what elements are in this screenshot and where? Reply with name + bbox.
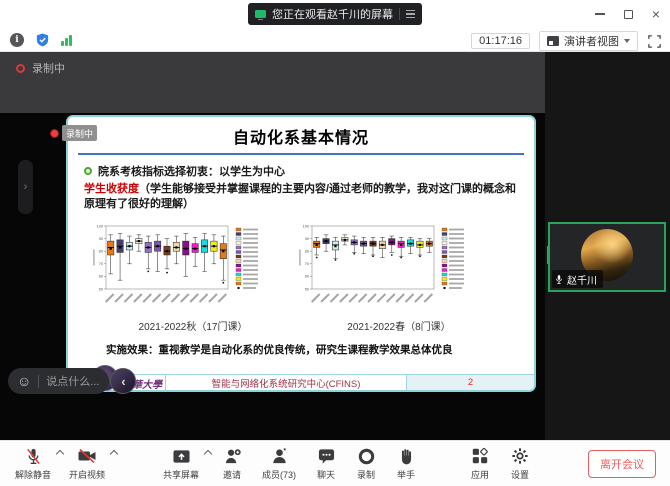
svg-text:100: 100 [303,224,309,228]
window-controls: × [595,0,660,28]
meeting-info-icon[interactable]: i [10,33,24,47]
minimize-button[interactable] [595,13,605,14]
slide-footer: 清華大學 智能与网络化系统研究中心(CFINS) 2 [68,374,534,390]
participant-name: 赵千川 [567,272,597,287]
record-dot-icon [16,64,25,73]
boxplot-autumn: 50 60 70 80 90 100 [90,221,296,317]
view-mode-button[interactable]: 演讲者视图 [539,31,638,51]
charts-row: 50 60 70 80 90 100 50 60 70 80 90 100 [90,221,534,317]
svg-text:100: 100 [97,224,103,228]
slide-paragraph: 学生收获度（学生能够接受并掌握课程的主要内容/通过老师的教学，我对这门课的概念和… [84,182,518,212]
chat-bubble-icon [317,446,336,466]
caption-spring: 2021-2022春（8门课） [296,318,502,333]
invite-button[interactable]: 邀请 [212,442,252,486]
settings-button[interactable]: 设置 [500,442,540,486]
microphone-muted-icon [24,446,43,466]
meeting-topbar: i 01:17:16 演讲者视图 [0,28,670,52]
footer-page-number: 2 [407,375,534,390]
chart-captions: 2021-2022秋（17门课） 2021-2022春（8门课） [68,318,534,333]
members-icon [270,446,289,466]
svg-text:60: 60 [99,274,103,278]
camera-off-icon [77,446,97,466]
view-mode-label: 演讲者视图 [564,33,619,49]
meeting-timer: 01:17:16 [471,33,530,49]
chat-button[interactable]: 聊天 [306,442,346,486]
record-ring-icon [357,446,376,466]
chat-input[interactable]: ☺ 说点什么... [8,368,109,394]
share-screen-button[interactable]: 共享屏幕 [158,442,204,486]
microphone-icon [555,274,563,285]
record-button[interactable]: 录制 [346,442,386,486]
share-screen-icon [172,446,191,466]
stage-top-band [0,52,545,113]
participant-name-tag: 赵千川 [552,270,603,288]
caption-autumn: 2021-2022秋（17门课） [90,318,296,333]
chevron-down-icon [624,39,630,43]
screen-share-stage: 录制中 › 录制中 自动化系基本情况 院系考核指标选择初衷：以学生为中心 学生收… [0,52,545,440]
svg-text:70: 70 [305,262,309,266]
paragraph-text: （学生能够接受并掌握课程的主要内容/通过老师的教学，我对这门课的概念和原理有了很… [84,183,516,210]
svg-text:80: 80 [305,249,309,253]
chevron-up-icon[interactable] [204,449,212,457]
chat-placeholder: 说点什么... [46,373,99,389]
unmute-button[interactable]: 解除静音 [10,442,56,486]
network-signal-icon[interactable] [61,34,72,46]
svg-text:90: 90 [99,237,103,241]
apps-grid-icon [471,446,489,466]
screen-share-icon [255,10,266,18]
meeting-toolbar: 解除静音 开启视频 共享屏幕 [0,440,670,486]
record-dot-icon [50,129,59,138]
bullet-text: 院系考核指标选择初衷：以学生为中心 [98,163,285,179]
title-rule [78,153,524,155]
chevron-up-icon[interactable] [56,449,64,457]
invite-person-icon [223,446,242,466]
svg-text:90: 90 [305,237,309,241]
svg-text:70: 70 [99,262,103,266]
svg-text:50: 50 [305,287,309,291]
close-button[interactable]: × [652,7,660,21]
banner-text: 您正在观看赵千川的屏幕 [272,6,393,22]
raised-hand-icon [398,446,415,466]
titlebar: 您正在观看赵千川的屏幕 × [0,0,670,28]
emoji-icon[interactable]: ☺ [17,374,31,388]
quick-chat-bar: ☺ 说点什么... ‹ [8,368,136,394]
members-button[interactable]: 成员(73) [252,442,306,486]
slide-recording-badge: 录制中 [50,125,97,141]
footer-center-cell: 智能与网络化系统研究中心(CFINS) [166,375,407,390]
svg-text:80: 80 [99,249,103,253]
raise-hand-button[interactable]: 举手 [386,442,426,486]
effect-line: 实施效果：重视教学是自动化系的优良传统，研究生课程教学效果总体优良 [106,342,522,357]
participants-sidebar: 赵千川 [545,52,670,440]
security-shield-icon[interactable] [35,32,50,48]
screen-watch-banner[interactable]: 您正在观看赵千川的屏幕 [248,3,422,25]
boxplot-spring: 50 60 70 80 90 100 [296,221,502,317]
chevron-up-icon[interactable] [110,449,118,457]
leave-meeting-button[interactable]: 离开会议 [588,450,656,478]
recording-badge-label: 录制中 [62,125,97,141]
apps-button[interactable]: 应用 [460,442,500,486]
maximize-button[interactable] [624,10,633,19]
slide-title: 自动化系基本情况 [68,124,534,148]
recording-label: 录制中 [32,60,65,76]
collapse-chat-button[interactable]: ‹ [110,368,136,394]
participant-video-tile[interactable]: 赵千川 [548,222,666,292]
panel-expand-handle[interactable]: › [18,160,33,214]
divider [399,8,400,20]
menu-icon[interactable] [406,10,415,18]
layout-icon [547,36,559,46]
divider [38,375,39,388]
start-video-button[interactable]: 开启视频 [64,442,110,486]
highlight-text: 学生收获度 [84,183,139,195]
slide-bullet: 院系考核指标选择初衷：以学生为中心 [84,163,534,179]
recording-indicator: 录制中 [16,60,65,76]
shared-slide: 录制中 自动化系基本情况 院系考核指标选择初衷：以学生为中心 学生收获度（学生能… [66,115,536,392]
svg-text:50: 50 [99,287,103,291]
fullscreen-icon[interactable] [647,34,662,49]
gear-icon [511,446,529,466]
bullet-icon [84,167,92,175]
meeting-window: 您正在观看赵千川的屏幕 × i 01:17:16 演讲者视图 [0,0,670,486]
svg-text:60: 60 [305,274,309,278]
